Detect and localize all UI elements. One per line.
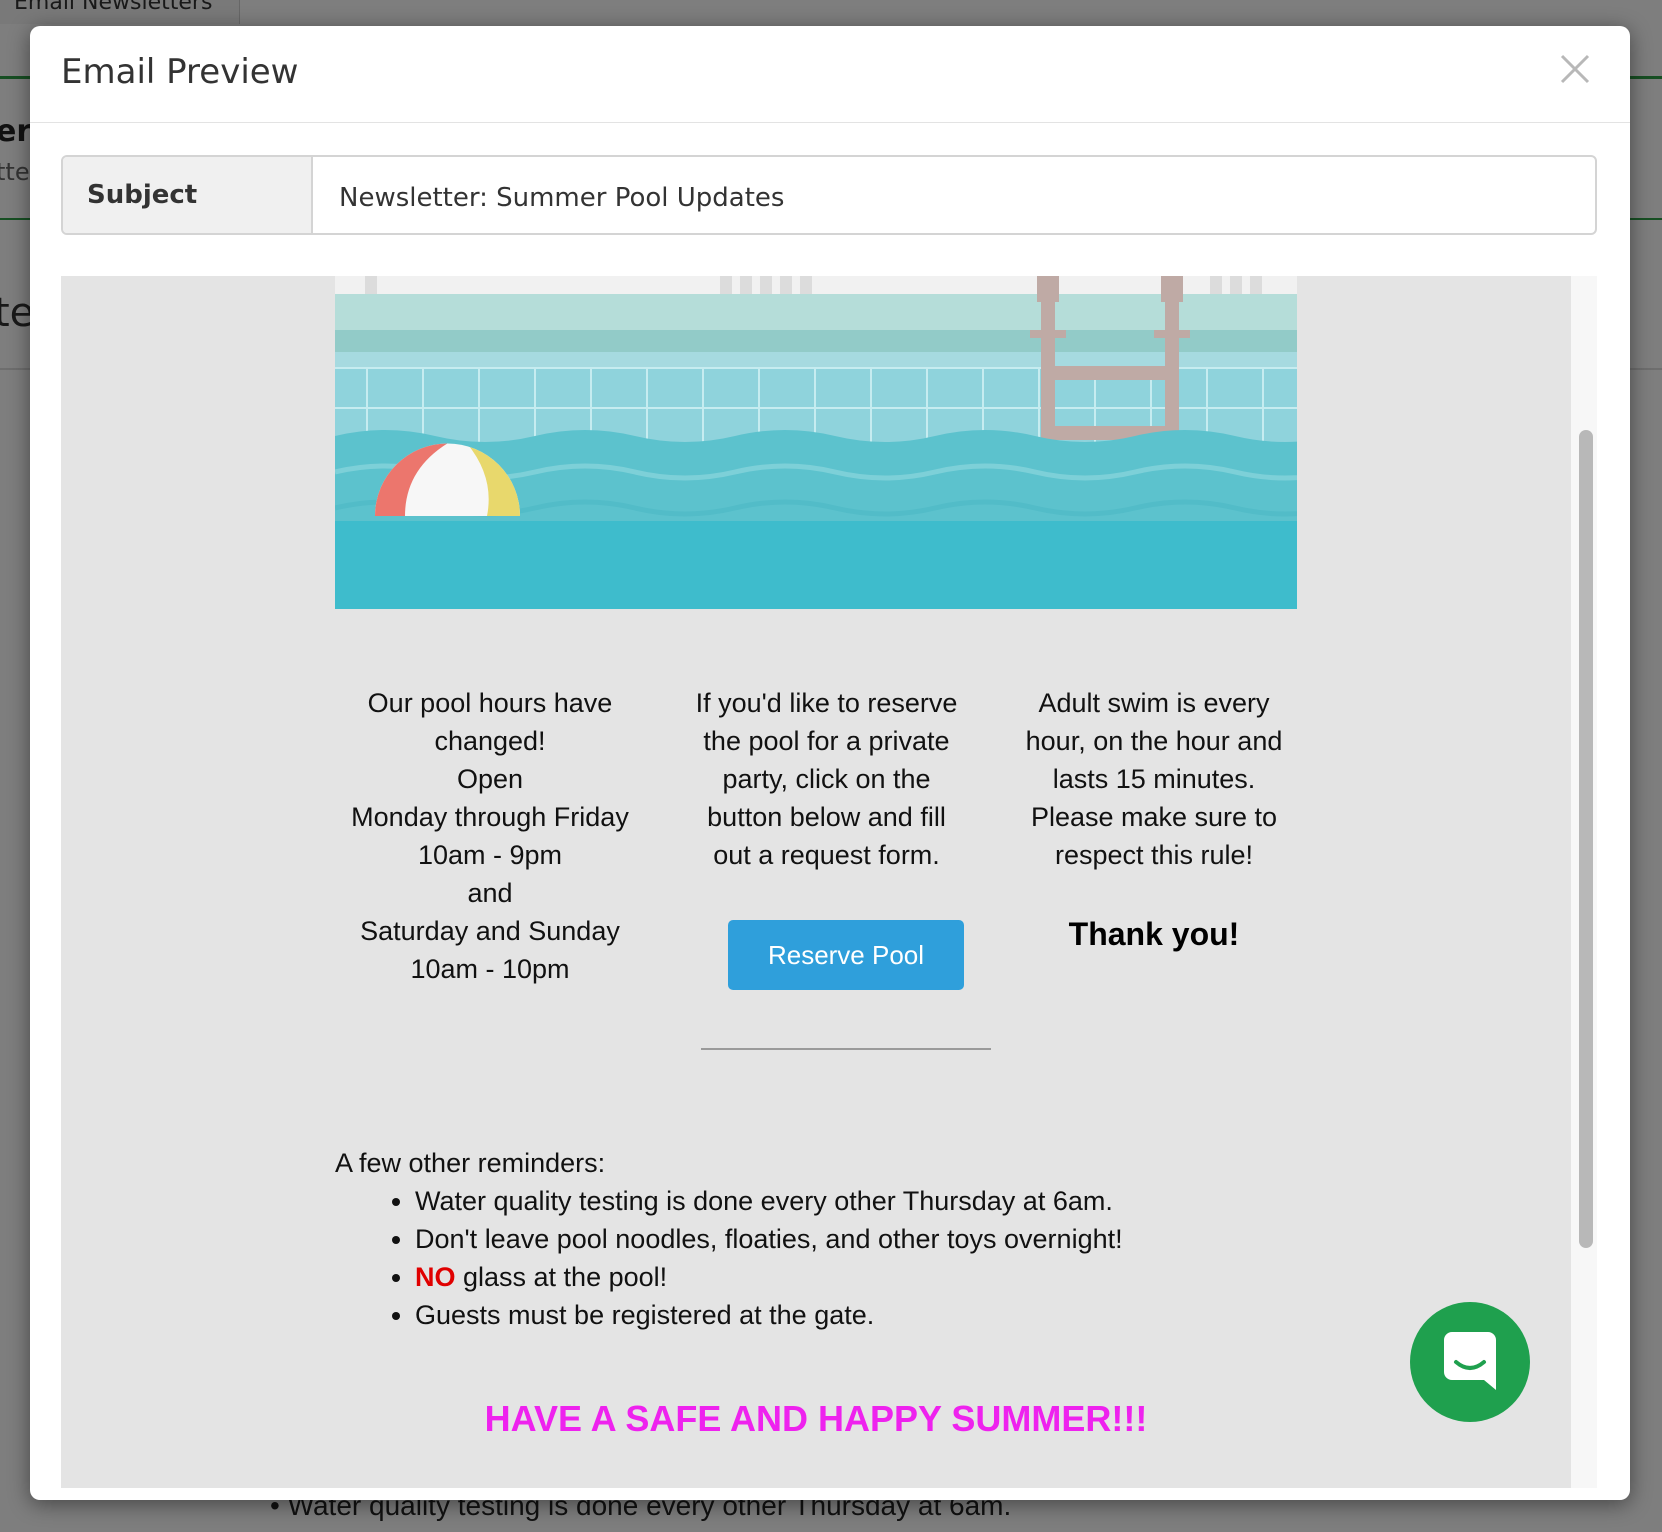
list-item: Water quality testing is done every othe… xyxy=(415,1182,1295,1220)
chat-bubble-icon xyxy=(1444,1332,1496,1390)
list-item-text: glass at the pool! xyxy=(455,1262,668,1292)
reserve-pool-button[interactable]: Reserve Pool xyxy=(728,920,964,990)
col2-line: If you'd like to reserve xyxy=(695,688,958,718)
pool-hours-column: Our pool hours have changed! Open Monday… xyxy=(335,684,645,988)
subject-value: Newsletter: Summer Pool Updates xyxy=(339,183,785,213)
col3-line: Please make sure to xyxy=(1030,802,1278,832)
col3-line: lasts 15 minutes. xyxy=(1052,764,1256,794)
list-item: Don't leave pool noodles, floaties, and … xyxy=(415,1220,1295,1258)
modal-title: Email Preview xyxy=(61,52,299,92)
col2-line: the pool for a private xyxy=(703,726,950,756)
list-item: Guests must be registered at the gate. xyxy=(415,1296,1295,1334)
col1-line: 10am - 9pm xyxy=(417,840,563,870)
col3-line: Adult swim is every xyxy=(1038,688,1270,718)
col3-line: hour, on the hour and xyxy=(1025,726,1283,756)
col2-line: button below and fill xyxy=(707,802,946,832)
modal-header: Email Preview xyxy=(30,26,1630,123)
col1-line: and xyxy=(467,878,513,908)
scrollbar-thumb[interactable] xyxy=(1579,430,1593,1248)
col2-line: out a request form. xyxy=(713,840,940,870)
col2-line: party, click on the xyxy=(722,764,931,794)
no-emphasis: NO xyxy=(415,1262,456,1292)
closing-banner-text: HAVE A SAFE AND HAPPY SUMMER!!! xyxy=(484,1398,1148,1439)
thank-you-text: Thank you! xyxy=(1068,916,1240,952)
section-divider xyxy=(701,1048,991,1050)
close-button[interactable] xyxy=(1558,52,1592,86)
list-item: NO glass at the pool! xyxy=(415,1258,1295,1296)
chat-launcher-button[interactable] xyxy=(1410,1302,1530,1422)
col1-line: changed! xyxy=(434,726,546,756)
col1-line: Our pool hours have xyxy=(367,688,613,718)
subject-label: Subject xyxy=(63,157,313,233)
close-icon xyxy=(1560,54,1590,84)
reminders-section: A few other reminders: Water quality tes… xyxy=(335,1144,1295,1334)
reminders-list: Water quality testing is done every othe… xyxy=(335,1182,1295,1334)
col1-line: Monday through Friday xyxy=(351,802,629,832)
pool-banner-illustration xyxy=(335,276,1297,609)
col1-line: Open xyxy=(456,764,524,794)
email-preview-modal: Email Preview Subject Newsletter: Summer… xyxy=(30,26,1630,1500)
subject-row: Subject Newsletter: Summer Pool Updates xyxy=(61,155,1597,235)
reserve-column: If you'd like to reserve the pool for a … xyxy=(664,684,989,874)
email-preview-frame[interactable]: Our pool hours have changed! Open Monday… xyxy=(61,276,1597,1488)
col3-line: respect this rule! xyxy=(1054,840,1254,870)
reminders-intro: A few other reminders: xyxy=(335,1148,606,1178)
col1-line: Saturday and Sunday xyxy=(360,916,620,946)
adult-swim-column: Adult swim is every hour, on the hour an… xyxy=(999,684,1309,874)
col1-line: 10am - 10pm xyxy=(410,954,570,984)
